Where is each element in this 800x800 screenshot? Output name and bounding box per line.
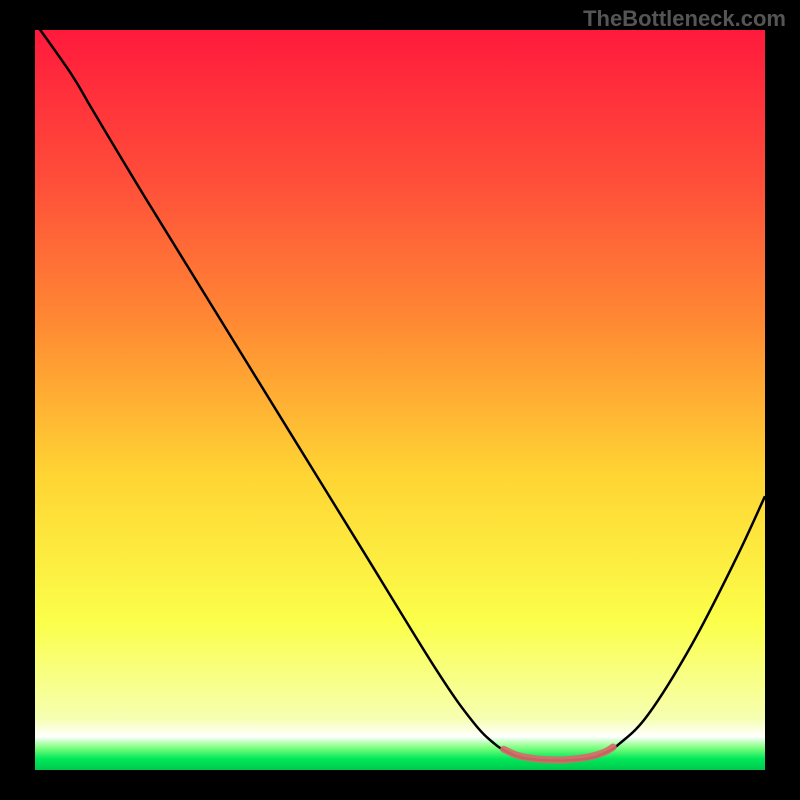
watermark: TheBottleneck.com [583,6,786,32]
plot-area [35,30,765,770]
gradient-background [35,30,765,770]
chart-svg [35,30,765,770]
chart-container: TheBottleneck.com [0,0,800,800]
